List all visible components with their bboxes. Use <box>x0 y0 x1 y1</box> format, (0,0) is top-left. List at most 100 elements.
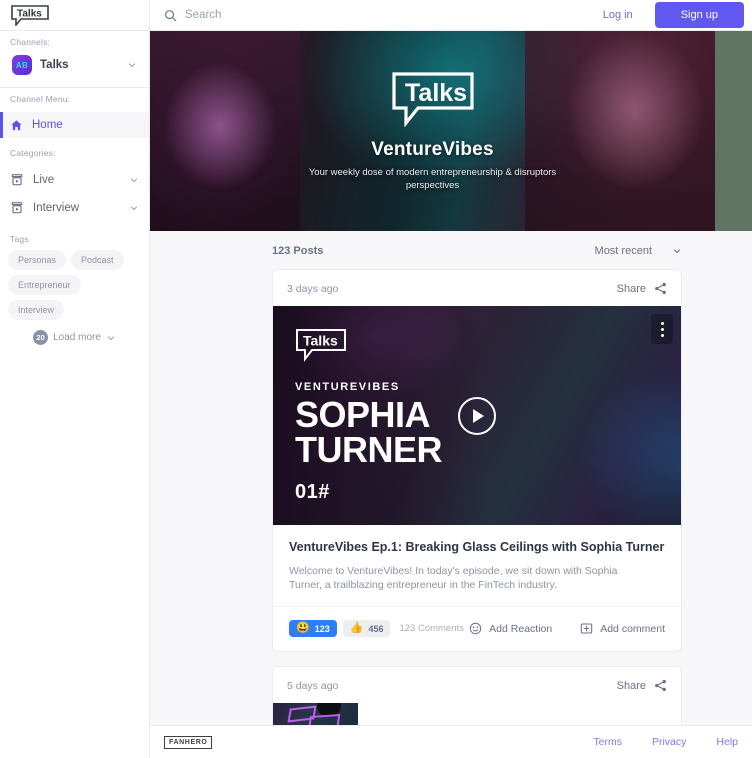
sidebar-item-label: Live <box>33 174 55 186</box>
tag-chip[interactable]: Entrepreneur <box>8 275 81 295</box>
feed-header: 123 Posts Most recent <box>150 231 752 269</box>
app-root: Talks Channels: AB Talks Channel Menu: H… <box>0 0 752 758</box>
banner-overlay: Talks VentureVibes Your weekly dose of m… <box>150 31 715 231</box>
channel-menu-section: Channel Menu: <box>0 88 149 112</box>
brand-logo[interactable]: Talks <box>0 0 149 31</box>
load-more-button[interactable]: 20 Load more <box>0 330 149 345</box>
post-timestamp: 3 days ago <box>287 282 339 295</box>
chevron-down-icon <box>107 335 114 340</box>
channel-banner: Talks VentureVibes Your weekly dose of m… <box>150 31 752 231</box>
share-label: Share <box>616 679 646 692</box>
speech-bubble-icon: Talks <box>391 71 474 127</box>
thumbnail-episode: 01# <box>295 481 330 503</box>
comments-count[interactable]: 123 Comments <box>399 623 463 634</box>
share-button[interactable]: Share <box>617 679 667 692</box>
tags-label: Tags <box>10 234 29 244</box>
tag-chip[interactable]: Podcast <box>71 250 124 270</box>
reaction-pill-smile[interactable]: 😃 123 <box>289 620 337 637</box>
chevron-down-icon <box>673 249 681 254</box>
dot <box>660 327 664 331</box>
login-link[interactable]: Log in <box>603 9 633 21</box>
thumbnail-overlay: Talks VENTUREVIBES SOPHIA TURNER 01# <box>295 328 443 504</box>
tag-chip[interactable]: Personas <box>8 250 67 270</box>
play-triangle <box>473 408 484 423</box>
sort-label: Most recent <box>594 245 652 257</box>
more-vertical-icon[interactable] <box>651 314 673 344</box>
smile-emoji-icon: 😃 <box>296 622 310 634</box>
video-thumbnail[interactable]: Talks VENTUREVIBES SOPHIA TURNER 01# <box>273 306 681 525</box>
tags-section: Tags <box>0 222 149 248</box>
signup-button[interactable]: Sign up <box>654 2 744 28</box>
thumbs-up-emoji-icon: 👍 <box>349 622 364 634</box>
main-content: Log in Sign up Talks VentureVibes Your w… <box>150 0 752 758</box>
channel-name: Talks <box>40 59 69 71</box>
search-icon[interactable] <box>164 9 177 22</box>
add-comment-button[interactable]: Add comment <box>580 622 665 635</box>
channel-menu-label: Channel Menu: <box>10 94 71 104</box>
comment-plus-icon <box>581 623 593 634</box>
share-icon <box>655 679 666 692</box>
thumbnail-guest-first: SOPHIA <box>295 394 431 435</box>
sidebar-item-home[interactable]: Home <box>0 112 149 138</box>
load-more-label: Load more <box>53 332 101 343</box>
banner-side-strip <box>715 31 752 231</box>
add-comment-label: Add comment <box>600 622 665 635</box>
channels-section: Channels: AB Talks <box>0 31 149 85</box>
post-header: 5 days ago Share <box>273 667 681 703</box>
post-header: 3 days ago Share <box>273 270 681 306</box>
sidebar-item-interview[interactable]: Interview <box>0 194 149 222</box>
tag-chip[interactable]: Interview <box>8 300 65 320</box>
reaction-pill-thumbsup[interactable]: 👍 456 <box>342 620 391 637</box>
post-description: Welcome to VentureVibes! In today's epis… <box>289 565 618 591</box>
svg-text:Talks: Talks <box>405 79 467 107</box>
share-label: Share <box>616 282 646 295</box>
footer-link-terms[interactable]: Terms <box>593 736 622 748</box>
scroll-area[interactable]: Talks VentureVibes Your weekly dose of m… <box>150 31 752 725</box>
share-icon <box>655 282 666 295</box>
home-icon <box>11 119 22 130</box>
avatar: AB <box>12 55 32 75</box>
thumbnail-neon-shape <box>307 713 341 725</box>
dot <box>660 333 664 337</box>
load-more-count: 20 <box>33 330 49 345</box>
reaction-count: 456 <box>368 623 384 634</box>
post-title: VentureVibes Ep.1: Breaking Glass Ceilin… <box>289 540 665 554</box>
add-reaction-button[interactable]: Add Reaction <box>469 622 552 635</box>
sort-selector[interactable]: Most recent <box>595 245 682 257</box>
channels-label: Channels: <box>10 37 51 47</box>
thumbnail-show-name: VENTUREVIBES <box>295 381 400 393</box>
dot <box>660 321 664 325</box>
svg-text:Talks: Talks <box>303 333 338 349</box>
smiley-icon <box>469 622 482 635</box>
footer: FANHERO Terms Privacy Help <box>150 725 752 758</box>
sidebar-item-label: Home <box>32 119 63 131</box>
categories-section: Categories: <box>0 138 149 166</box>
banner-title: VentureVibes <box>371 138 494 160</box>
posts-count: 123 Posts <box>272 245 324 257</box>
post-card: 3 days ago Share Talks VENTUREVIBES SOPH… <box>272 269 682 652</box>
channel-selector[interactable]: AB Talks <box>10 51 139 81</box>
add-reaction-label: Add Reaction <box>489 622 553 635</box>
video-archive-icon <box>11 202 23 214</box>
share-button[interactable]: Share <box>617 282 667 295</box>
post-timestamp: 5 days ago <box>287 679 339 692</box>
reaction-count: 123 <box>314 623 330 634</box>
footer-link-help[interactable]: Help <box>716 736 738 748</box>
search-input[interactable] <box>185 9 595 21</box>
speech-bubble-icon: Talks <box>296 329 346 362</box>
sidebar-item-label: Interview <box>33 202 80 214</box>
video-thumbnail[interactable] <box>273 703 358 725</box>
fanhero-logo[interactable]: FANHERO <box>164 735 213 749</box>
sidebar-item-live[interactable]: Live <box>0 166 149 194</box>
footer-links: Terms Privacy Help <box>593 736 738 748</box>
topbar: Log in Sign up <box>150 0 752 31</box>
post-actions: 😃 123 👍 456 123 Comments Add Reaction Ad… <box>273 606 681 651</box>
footer-link-privacy[interactable]: Privacy <box>652 736 686 748</box>
thumbnail-guest-last: TURNER <box>295 429 443 470</box>
post-body: VentureVibes Ep.1: Breaking Glass Ceilin… <box>273 525 681 592</box>
banner-subtitle: Your weekly dose of modern entrepreneurs… <box>308 166 557 191</box>
play-icon[interactable] <box>458 396 496 435</box>
chevron-down-icon <box>128 63 136 68</box>
speech-bubble-icon: Talks <box>11 5 49 26</box>
chevron-down-icon <box>130 206 138 211</box>
